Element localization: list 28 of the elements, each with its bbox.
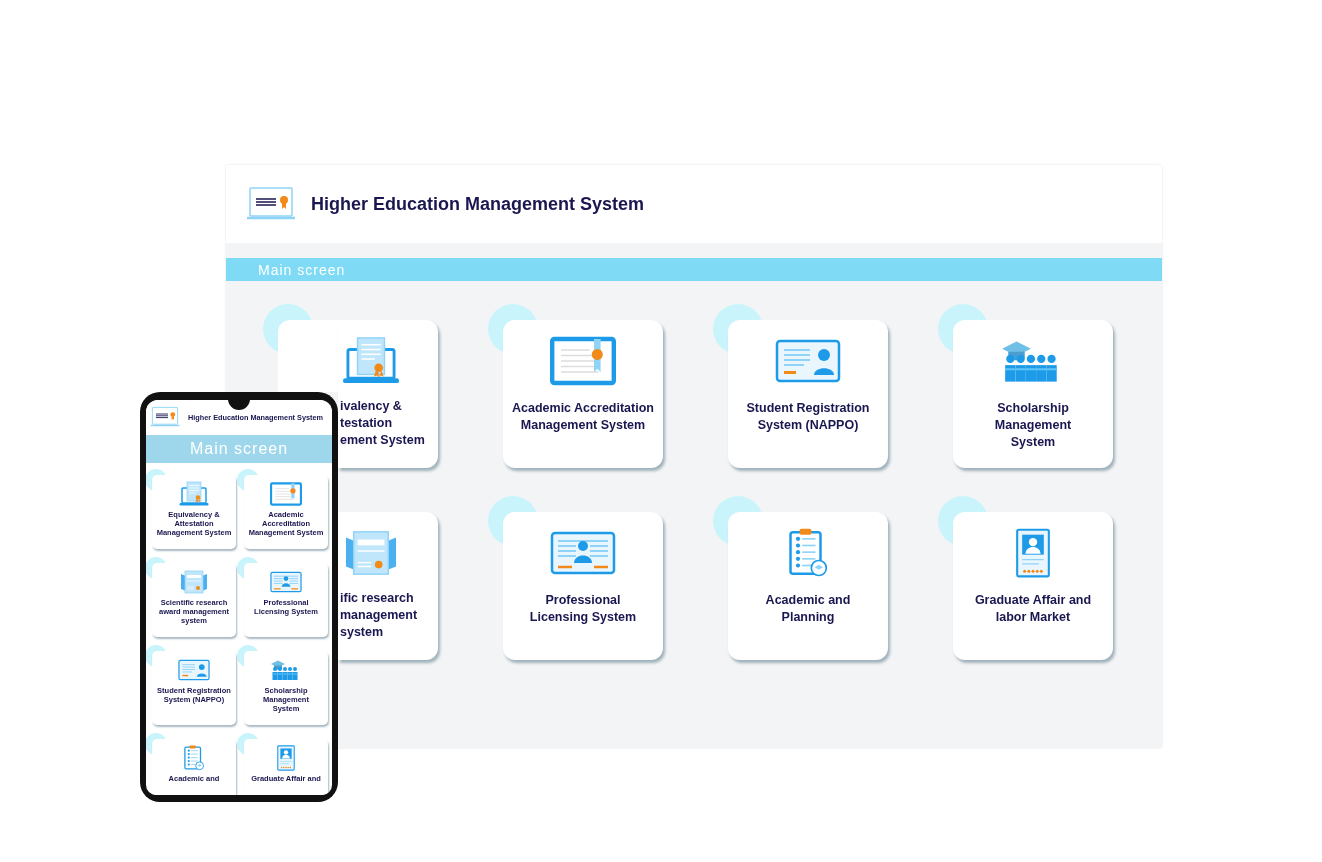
- card-title: ivalency & testation ement System: [340, 398, 425, 449]
- card-title: Student Registration System (NAPPO): [746, 400, 870, 434]
- card-background: [278, 320, 338, 392]
- system-card[interactable]: Student Registration System (NAPPO): [728, 320, 888, 468]
- card-title: Academic Accreditation Management System: [512, 400, 654, 434]
- system-card[interactable]: ivalency & testation ement System: [338, 320, 438, 468]
- system-card[interactable]: Academic and Planning: [728, 512, 888, 660]
- card-title: Scholarship Management System: [994, 400, 1072, 451]
- card-title: ific research management system: [340, 590, 418, 641]
- app-title: Higher Education Management System: [311, 193, 645, 215]
- system-card[interactable]: Professional Licensing System: [503, 512, 663, 660]
- card-title: Professional Licensing System: [529, 592, 637, 626]
- certificate-icon: [550, 336, 616, 386]
- card-title: Graduate Affair and labor Market: [974, 592, 1092, 626]
- certificate-icon: [270, 481, 302, 507]
- laptop-document-icon: [178, 481, 210, 507]
- card-title: Academic and Planning: [765, 592, 851, 626]
- license-card-icon: [270, 569, 302, 595]
- documents-with-wings-icon: [178, 569, 210, 595]
- section-title: Main screen: [258, 261, 346, 278]
- system-card[interactable]: Scholarship Management System: [953, 320, 1113, 468]
- laptop-certificate-icon: [246, 186, 296, 222]
- section-title: Main screen: [189, 440, 289, 458]
- id-card-icon: [178, 657, 210, 683]
- system-card[interactable]: Graduate Affair and labor Market: [953, 512, 1113, 660]
- system-card[interactable]: Academic Accreditation Management System: [503, 320, 663, 468]
- laptop-certificate-icon: [150, 406, 180, 428]
- system-card[interactable]: ific research management system: [338, 512, 438, 660]
